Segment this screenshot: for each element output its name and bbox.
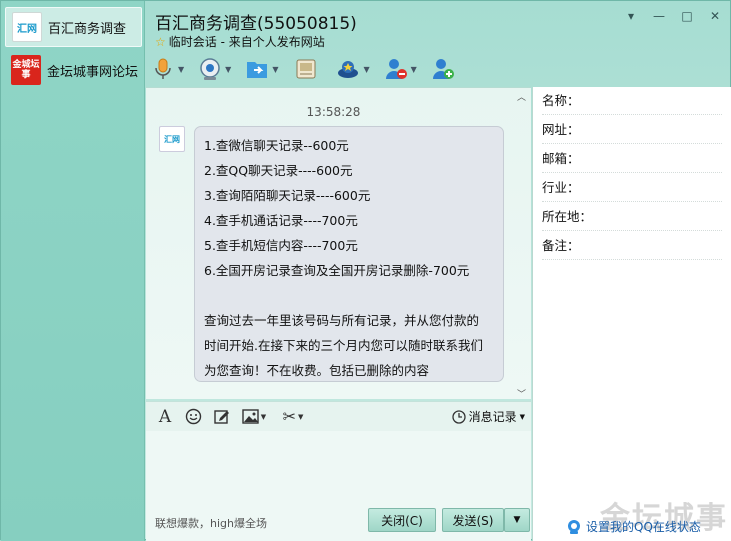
message-line: 6.全国开房记录查询及全国开房记录删除-700元 <box>204 263 470 278</box>
chevron-down-icon: ▼ <box>272 64 279 74</box>
voice-button[interactable]: ▼ <box>151 54 184 84</box>
online-status-label: 设置我的QQ在线状态 <box>586 520 701 534</box>
sidebar-item-jintan[interactable]: 金城坛事 金坛城事网论坛 <box>5 50 142 90</box>
message-line: 3.查询陌陌聊天记录----600元 <box>204 188 371 203</box>
message-input[interactable]: 联想爆款，high爆全场 关闭(C) 发送(S) ▼ <box>146 431 531 541</box>
message-line: 查询过去一年里该号码与所有记录，并从您付款的 <box>204 313 480 328</box>
message-timestamp: 13:58:28 <box>306 105 361 119</box>
sidebar-item-label: 金坛城事网论坛 <box>47 64 139 80</box>
profile-field-location: 所在地： <box>542 203 722 231</box>
scroll-down-icon[interactable]: ﹀ <box>517 387 527 400</box>
sender-avatar[interactable]: 汇网 <box>159 126 185 152</box>
scroll-up-icon[interactable]: ︿ <box>517 90 527 103</box>
remote-desktop-icon <box>294 57 318 81</box>
message-record-label: 消息记录 <box>468 410 517 424</box>
message-line: 2.查QQ聊天记录----600元 <box>204 163 353 178</box>
chevron-down-icon: ▼ <box>519 412 525 421</box>
chevron-down-icon: ▼ <box>260 412 267 421</box>
session-sidebar: 汇网 百汇商务调查 金城坛事 金坛城事网论坛 <box>1 1 145 541</box>
camera-icon <box>198 57 222 81</box>
contact-profile-panel: 名称： 网址： 邮箱： 行业： 所在地： 备注： 金坛城事 设置我的QQ在线状态 <box>532 87 731 541</box>
send-options-button[interactable]: ▼ <box>504 508 530 532</box>
profile-field-industry: 行业： <box>542 174 722 202</box>
image-icon[interactable]: ▼ <box>240 408 268 426</box>
emoji-icon[interactable] <box>184 408 202 426</box>
message-bubble: 1.查微信聊天记录--600元 2.查QQ聊天记录----600元 3.查询陌陌… <box>194 126 504 382</box>
send-button[interactable]: 发送(S) <box>442 508 504 532</box>
star-icon: ☆ <box>155 34 166 49</box>
chevron-down-icon: ▼ <box>410 64 417 74</box>
menu-dropdown-icon[interactable]: ▾ <box>624 9 638 23</box>
font-icon[interactable]: A <box>156 407 174 427</box>
message-line: 时间开始.在接下来的三个月内您可以随时联系我们 <box>204 338 483 353</box>
close-icon[interactable]: ✕ <box>708 9 722 23</box>
avatar: 金城坛事 <box>11 55 41 85</box>
edit-icon[interactable] <box>212 408 230 426</box>
chevron-down-icon: ▼ <box>513 515 521 525</box>
sidebar-item-label: 百汇商务调查 <box>48 21 127 37</box>
message-line: 4.查手机通话记录----700元 <box>204 213 358 228</box>
video-button[interactable]: ▼ <box>198 54 231 84</box>
session-subtitle: ☆ 临时会话 - 来自个人发布网站 <box>155 33 325 50</box>
block-user-icon <box>384 57 408 81</box>
ad-hint-text[interactable]: 联想爆款，high爆全场 <box>155 515 267 531</box>
profile-field-website: 网址： <box>542 116 722 144</box>
subtitle-text: 临时会话 - 来自个人发布网站 <box>168 35 325 49</box>
file-transfer-icon <box>245 57 269 81</box>
app-icon <box>336 57 360 81</box>
chat-window: 汇网 百汇商务调查 金城坛事 金坛城事网论坛 百汇商务调查(55050815) … <box>0 0 731 541</box>
remote-desktop-button[interactable] <box>294 54 318 84</box>
chevron-down-icon: ▼ <box>178 64 185 74</box>
avatar: 汇网 <box>12 12 42 42</box>
online-status-link[interactable]: 设置我的QQ在线状态 <box>566 518 701 535</box>
clock-icon <box>451 409 466 424</box>
chevron-down-icon: ▼ <box>363 64 370 74</box>
profile-field-notes: 备注： <box>542 232 722 260</box>
minimize-icon[interactable]: — <box>652 9 666 23</box>
file-transfer-button[interactable]: ▼ <box>245 54 278 84</box>
close-button[interactable]: 关闭(C) <box>368 508 436 532</box>
message-line: 1.查微信聊天记录--600元 <box>204 138 349 153</box>
app-button[interactable]: ▼ <box>336 54 370 84</box>
window-controls: ▾ — □ ✕ <box>624 9 722 23</box>
maximize-icon[interactable]: □ <box>680 9 694 23</box>
message-list[interactable]: ︿ 13:58:28 汇网 1.查微信聊天记录--600元 2.查QQ聊天记录-… <box>146 87 531 400</box>
message-record-button[interactable]: 消息记录 ▼ <box>451 408 525 425</box>
message-line: 5.查手机短信内容----700元 <box>204 238 358 253</box>
message-line: 为您查询！不在收费。包括已删除的内容 <box>204 363 430 378</box>
chevron-down-icon: ▼ <box>298 412 304 421</box>
input-toolbar: A ▼ ✂ ▼ 消息记录 ▼ <box>146 401 531 431</box>
scissors-icon[interactable]: ✂ ▼ <box>278 407 308 426</box>
microphone-icon <box>151 57 175 81</box>
add-user-button[interactable] <box>431 54 455 84</box>
window-title: 百汇商务调查(55050815) <box>155 14 357 34</box>
profile-field-email: 邮箱： <box>542 145 722 173</box>
qq-status-icon <box>568 519 580 534</box>
sidebar-item-baihui[interactable]: 汇网 百汇商务调查 <box>5 7 142 47</box>
chevron-down-icon: ▼ <box>225 64 232 74</box>
profile-field-name: 名称： <box>542 87 722 115</box>
block-user-button[interactable]: ▼ <box>384 54 417 84</box>
add-user-icon <box>431 57 455 81</box>
message-line-blank <box>204 283 494 308</box>
session-toolbar: ▼ ▼ ▼ ▼ ▼ <box>151 53 455 85</box>
